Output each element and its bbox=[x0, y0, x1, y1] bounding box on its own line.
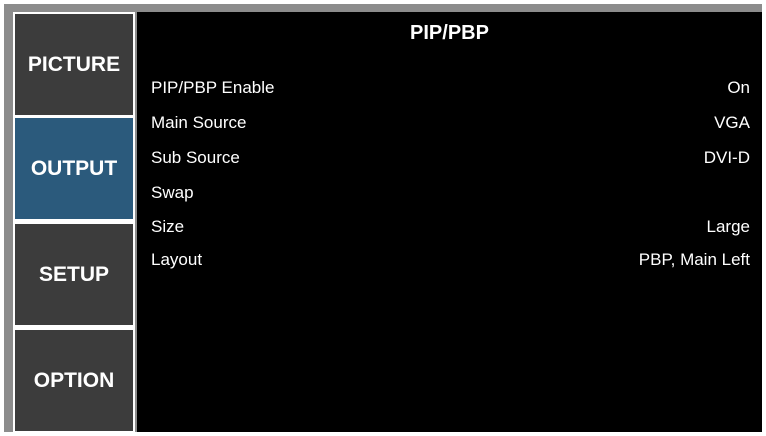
setting-label: Main Source bbox=[151, 113, 247, 132]
setting-row-swap[interactable]: Swap bbox=[151, 183, 750, 213]
setting-row-main-source[interactable]: Main Source VGA bbox=[151, 113, 750, 143]
setting-row-sub-source[interactable]: Sub Source DVI-D bbox=[151, 148, 750, 178]
settings-panel: PIP/PBP PIP/PBP Enable On Main Source VG… bbox=[137, 12, 762, 432]
setting-row-layout[interactable]: Layout PBP, Main Left bbox=[151, 250, 750, 280]
setting-value: PBP, Main Left bbox=[638, 250, 750, 269]
setting-value: VGA bbox=[714, 113, 750, 132]
setting-label: Size bbox=[151, 217, 185, 236]
setting-label: Sub Source bbox=[151, 148, 240, 167]
setting-row-size[interactable]: Size Large bbox=[151, 217, 750, 247]
setting-value: Large bbox=[706, 217, 750, 236]
tab-output[interactable]: OUTPUT bbox=[15, 118, 133, 219]
setting-value: DVI-D bbox=[703, 148, 750, 167]
panel-title: PIP/PBP bbox=[410, 22, 489, 44]
tab-option[interactable]: OPTION bbox=[15, 330, 133, 431]
tab-picture[interactable]: PICTURE bbox=[15, 14, 133, 115]
setting-label: Layout bbox=[151, 250, 203, 269]
setting-row-pip-pbp-enable[interactable]: PIP/PBP Enable On bbox=[151, 78, 750, 108]
menu-tab-column: PICTURE OUTPUT SETUP OPTION bbox=[13, 12, 135, 432]
setting-value: On bbox=[727, 78, 750, 97]
setting-label: PIP/PBP Enable bbox=[151, 78, 275, 97]
setting-label: Swap bbox=[151, 183, 194, 202]
tab-setup[interactable]: SETUP bbox=[15, 224, 133, 325]
